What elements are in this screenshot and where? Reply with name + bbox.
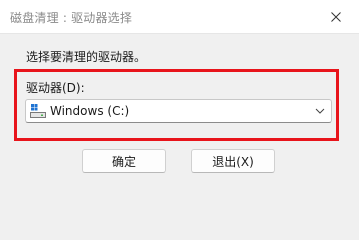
title-bar: 磁盘清理 : 驱动器选择	[0, 0, 359, 34]
chevron-down-icon	[315, 108, 325, 114]
disk-cleanup-dialog: 磁盘清理 : 驱动器选择 选择要清理的驱动器。 驱动器(D): Windows …	[0, 0, 359, 206]
windows-drive-icon	[30, 104, 46, 118]
exit-button[interactable]: 退出(X)	[191, 149, 275, 173]
window-title: 磁盘清理 : 驱动器选择	[10, 11, 133, 25]
close-button[interactable]	[313, 0, 359, 33]
ok-button[interactable]: 确定	[82, 149, 166, 173]
drive-select-value: Windows (C:)	[50, 104, 130, 118]
close-icon	[331, 11, 341, 22]
drive-select[interactable]: Windows (C:)	[25, 99, 332, 123]
drive-label: 驱动器(D):	[26, 81, 85, 95]
instruction-text: 选择要清理的驱动器。	[26, 50, 147, 64]
